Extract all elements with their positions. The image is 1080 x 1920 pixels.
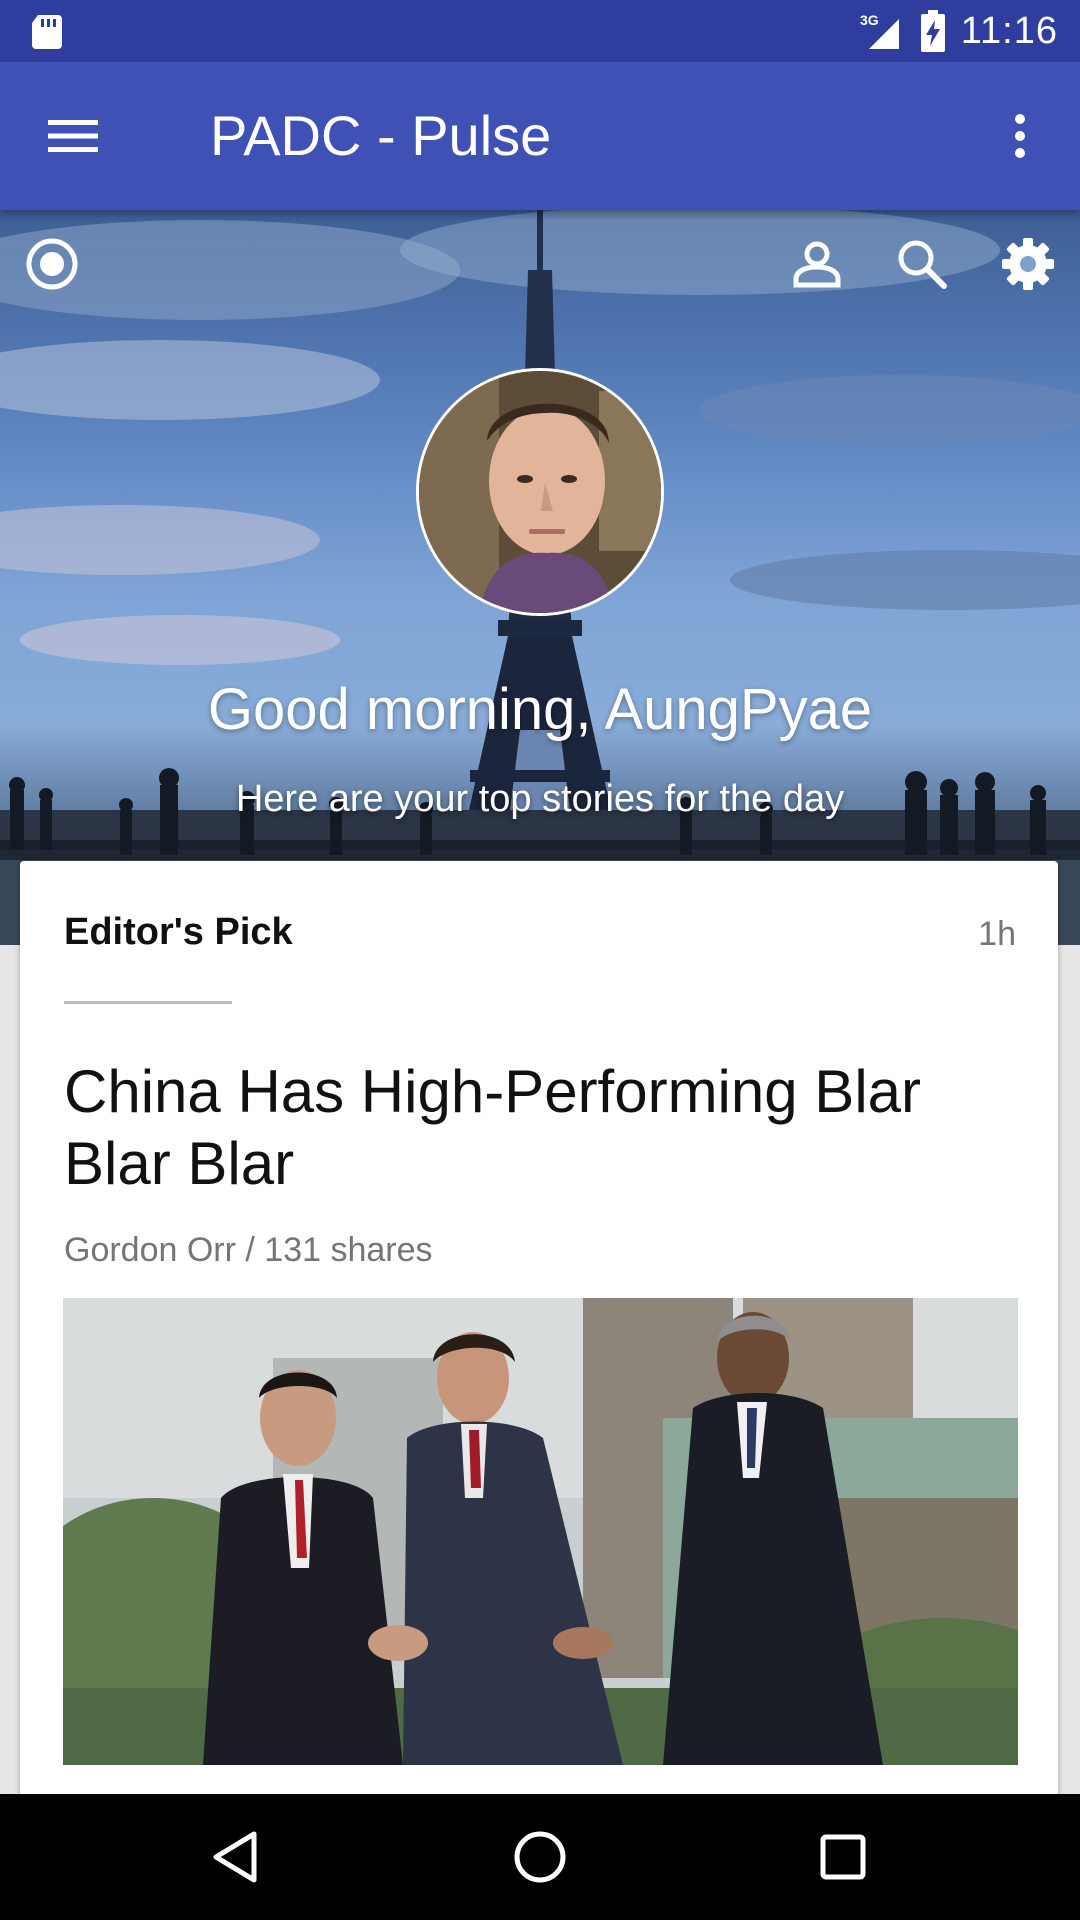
back-button[interactable] xyxy=(200,1822,270,1892)
hero-header: Good morning, AungPyae Here are your top… xyxy=(0,210,1080,945)
back-icon xyxy=(213,1831,257,1883)
person-icon xyxy=(793,241,841,288)
home-icon xyxy=(514,1831,566,1883)
system-nav-bar xyxy=(0,1794,1080,1920)
story-headline[interactable]: China Has High-Performing Blar Blar Blar xyxy=(64,1056,1024,1200)
app-bar: PADC - Pulse xyxy=(0,62,1080,210)
story-time: 1h xyxy=(978,915,1016,953)
radio-target-icon xyxy=(26,238,78,290)
screen: 3G 11:16 PADC - Pulse Good morning, Aung… xyxy=(0,0,1080,1920)
status-bar: 3G 11:16 xyxy=(0,0,1080,62)
radio-target-button[interactable] xyxy=(20,232,84,296)
greeting-subtitle: Here are your top stories for the day xyxy=(235,778,845,820)
search-button[interactable] xyxy=(890,232,954,296)
story-category: Editor's Pick xyxy=(64,911,293,953)
status-icons: 3G 11:16 xyxy=(859,0,1058,62)
story-meta: Gordon Orr / 131 shares xyxy=(64,1231,433,1269)
avatar[interactable] xyxy=(416,368,664,616)
category-divider xyxy=(64,1001,232,1004)
story-photo xyxy=(63,1298,1018,1765)
overflow-menu-button[interactable] xyxy=(990,102,1050,170)
story-image[interactable] xyxy=(63,1298,1018,1765)
battery-charging-icon xyxy=(920,10,945,52)
menu-button[interactable] xyxy=(36,102,110,170)
settings-button[interactable] xyxy=(996,232,1060,296)
greeting-text: Good morning, AungPyae xyxy=(207,677,873,742)
more-vert-icon xyxy=(1015,114,1025,158)
avatar-photo xyxy=(419,371,661,613)
cell-signal-icon: 3G xyxy=(860,12,899,49)
recents-button[interactable] xyxy=(808,1822,878,1892)
home-button[interactable] xyxy=(505,1822,575,1892)
search-icon xyxy=(898,240,947,289)
sd-card-icon xyxy=(32,15,62,49)
app-title: PADC - Pulse xyxy=(210,104,552,167)
status-time: 11:16 xyxy=(960,9,1058,52)
profile-button[interactable] xyxy=(785,232,849,296)
hamburger-menu-icon xyxy=(48,120,98,152)
settings-gear-icon xyxy=(1002,238,1054,290)
network-type-label: 3G xyxy=(860,12,879,28)
recents-icon xyxy=(820,1834,866,1880)
story-card[interactable]: Editor's Pick 1h China Has High-Performi… xyxy=(20,861,1058,1920)
